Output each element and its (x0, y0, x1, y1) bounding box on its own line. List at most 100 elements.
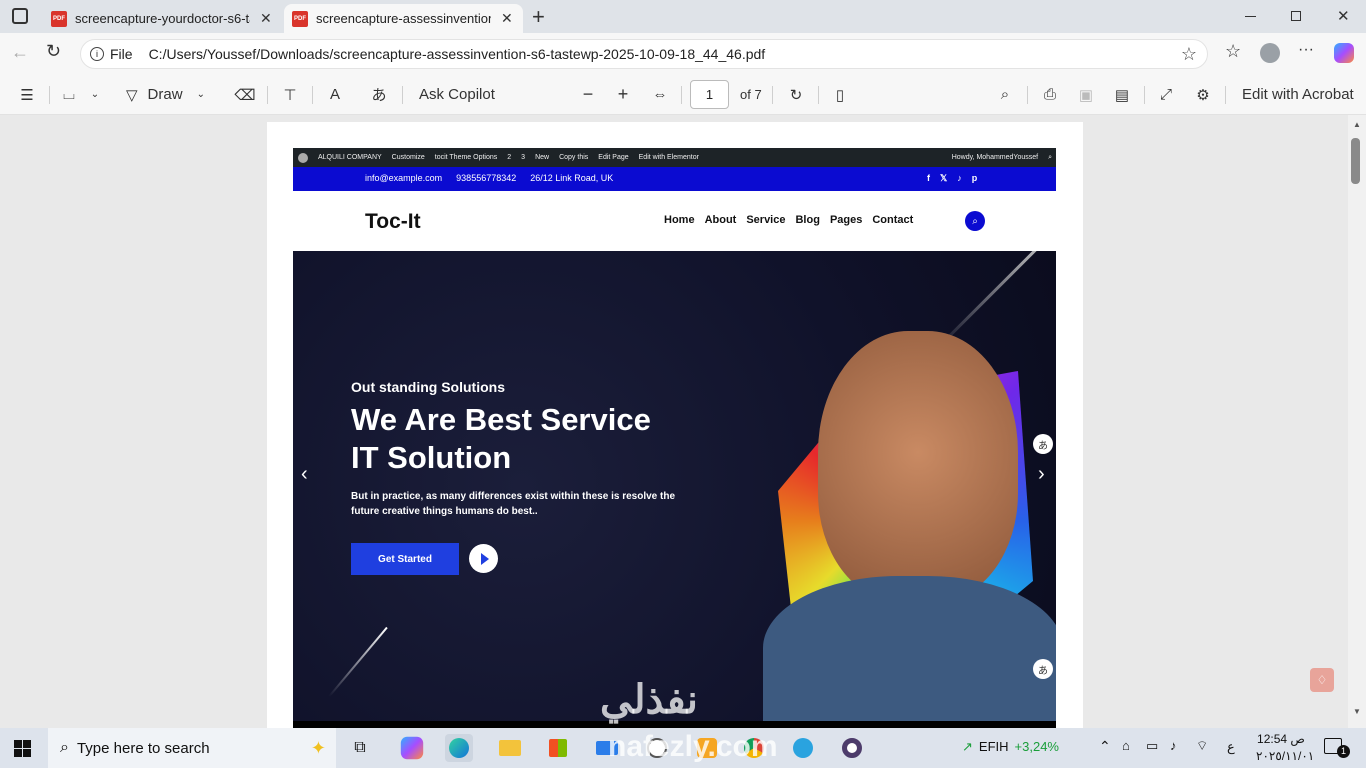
favorites-icon[interactable]: ☆ (1225, 41, 1241, 62)
scrollbar[interactable]: ▲ ▼ (1348, 115, 1366, 728)
reload-icon[interactable]: ↻ (46, 41, 61, 62)
window-close-icon[interactable]: ✕ (1337, 7, 1350, 25)
acrobat-icon[interactable]: ♢ (1310, 668, 1334, 692)
print-icon[interactable]: ⎙ (1039, 74, 1061, 115)
new-tab-icon[interactable]: + (532, 4, 545, 30)
url-text: C:/Users/Youssef/Downloads/screencapture… (148, 46, 766, 62)
task-view-icon[interactable]: ⧉ (346, 734, 374, 762)
get-started-button: Get Started (351, 543, 459, 575)
url-field[interactable]: i File C:/Users/Youssef/Downloads/screen… (80, 39, 1208, 69)
play-icon (469, 544, 498, 573)
save-as-icon[interactable]: ▤ (1111, 74, 1133, 115)
close-icon[interactable]: ✕ (501, 10, 513, 27)
website-capture: ALQUILI COMPANY Customize tocit Theme Op… (293, 148, 1056, 728)
settings-icon[interactable]: ⚙ (1192, 74, 1214, 115)
draw-button[interactable]: ▽ Draw ⌄ (126, 74, 216, 115)
avatar[interactable] (1260, 43, 1280, 63)
pdf-icon: PDF (292, 10, 308, 27)
file-explorer-icon[interactable] (496, 734, 524, 762)
rotate-icon[interactable]: ↻ (785, 74, 807, 115)
translate-icon[interactable]: あ (368, 74, 390, 115)
copilot-icon[interactable] (1334, 43, 1354, 63)
edit-with-acrobat-button[interactable]: Edit with Acrobat (1242, 74, 1354, 115)
volume-icon[interactable]: ♪ (1170, 738, 1177, 753)
wp-customize: Customize (391, 154, 425, 161)
copilot-icon[interactable] (400, 736, 424, 760)
maximize-icon[interactable] (1291, 11, 1301, 21)
address-text: 26/12 Link Road, UK (530, 173, 614, 183)
search-icon: ⌕ (1048, 153, 1052, 161)
sparkle-icon: ✦ (310, 737, 326, 758)
battery-icon[interactable]: ▭ (1146, 738, 1158, 754)
hero-title: We Are Best Service IT Solution (351, 401, 731, 477)
page-total: of 7 (740, 87, 762, 102)
site-logo: Toc-It (365, 210, 421, 233)
translate-icon[interactable]: あ (1033, 659, 1053, 679)
store-icon[interactable] (544, 734, 572, 762)
clock[interactable]: ص 12:54 ٢٠٢٥/١١/٠١ (1256, 731, 1315, 765)
language-indicator[interactable]: ع (1227, 739, 1235, 755)
nav-blog: Blog (795, 214, 820, 226)
wp-new: New (535, 154, 550, 161)
fullscreen-icon[interactable]: ⤢ (1155, 74, 1177, 115)
fit-width-icon[interactable]: ⇔ (649, 74, 671, 115)
tab-title: screencapture-yourdoctor-s6-tast (75, 11, 250, 26)
trend-up-icon: ↗ (962, 739, 973, 754)
highlight-icon[interactable]: ⌴ (58, 74, 80, 115)
obs-icon[interactable] (838, 734, 866, 762)
tab-1[interactable]: PDF screencapture-yourdoctor-s6-tast ✕ (43, 4, 281, 33)
wifi-icon[interactable]: ⌔ (1196, 738, 1208, 754)
stock-name: EFIH (978, 739, 1009, 754)
search-icon[interactable]: ⌕ (994, 74, 1016, 115)
page-view-icon[interactable]: ▯ (829, 74, 851, 115)
start-icon[interactable] (14, 740, 31, 757)
wp-updates: 2 (507, 154, 512, 161)
edge-icon[interactable] (445, 734, 473, 762)
scroll-thumb[interactable] (1351, 138, 1360, 184)
search-placeholder: Type here to search (76, 739, 210, 757)
stock-widget[interactable]: ↗ EFIH +3,24% (962, 739, 1059, 755)
draw-label: Draw (147, 86, 183, 103)
eraser-icon[interactable]: ⌫ (234, 74, 256, 115)
tab-2[interactable]: PDF screencapture-assessinvention-s6 ✕ (284, 4, 523, 33)
page-number-input[interactable]: 1 (690, 80, 729, 109)
contents-icon[interactable]: ☰ (16, 74, 38, 115)
close-icon[interactable]: ✕ (260, 10, 272, 27)
hero-subtitle: Out standing Solutions (351, 379, 505, 395)
search-icon: ⌕ (965, 211, 985, 231)
chevron-up-icon[interactable]: ⌃ (1099, 738, 1111, 755)
pdf-page: ALQUILI COMPANY Customize tocit Theme Op… (267, 122, 1083, 728)
save-icon[interactable]: ▣ (1075, 74, 1097, 115)
favorite-star-icon[interactable]: ☆ (1181, 44, 1197, 65)
contact-bar: info@example.com 938556778342 26/12 Link… (293, 167, 1056, 191)
watermark: نفذلي (600, 680, 698, 720)
tab-actions-icon[interactable] (12, 8, 28, 24)
text-box-icon[interactable]: ⊤ (279, 74, 301, 115)
zoom-in-icon[interactable]: + (613, 74, 633, 115)
read-aloud-icon[interactable]: A (324, 74, 346, 115)
ask-copilot-button[interactable]: Ask Copilot (419, 74, 495, 115)
pdf-icon: PDF (51, 10, 67, 27)
hero-person-image (733, 311, 1056, 721)
taskbar-search[interactable]: ⌕ Type here to search ✦ (48, 728, 336, 768)
chevron-right-icon: › (1038, 463, 1045, 485)
telegram-icon[interactable] (789, 734, 817, 762)
back-icon[interactable]: ← (11, 42, 29, 63)
scroll-up-icon[interactable]: ▲ (1353, 120, 1361, 129)
pdf-viewer[interactable]: ALQUILI COMPANY Customize tocit Theme Op… (0, 115, 1366, 728)
translate-icon[interactable]: あ (1033, 434, 1053, 454)
taskbar: ⌕ Type here to search ✦ ⧉ nafezly.com ↗ … (0, 728, 1366, 768)
wp-howdy: Howdy, MohammedYoussef (951, 154, 1039, 161)
watermark-arabic: نفذلي (600, 678, 698, 722)
x-icon: 𝕏 (940, 173, 948, 183)
more-icon[interactable]: ··· (1298, 41, 1314, 59)
hero-banner: Out standing Solutions We Are Best Servi… (293, 251, 1056, 721)
network-icon[interactable]: ⌂ (1122, 738, 1130, 753)
zoom-out-icon[interactable]: − (578, 74, 598, 115)
chevron-down-icon[interactable]: ⌄ (88, 74, 102, 115)
time-suffix: ص (1290, 732, 1305, 746)
date: ٢٠٢٥/١١/٠١ (1256, 749, 1315, 763)
scroll-down-icon[interactable]: ▼ (1353, 707, 1361, 716)
address-bar: ← ↻ i File C:/Users/Youssef/Downloads/sc… (0, 33, 1366, 74)
minimize-icon[interactable] (1245, 16, 1256, 17)
